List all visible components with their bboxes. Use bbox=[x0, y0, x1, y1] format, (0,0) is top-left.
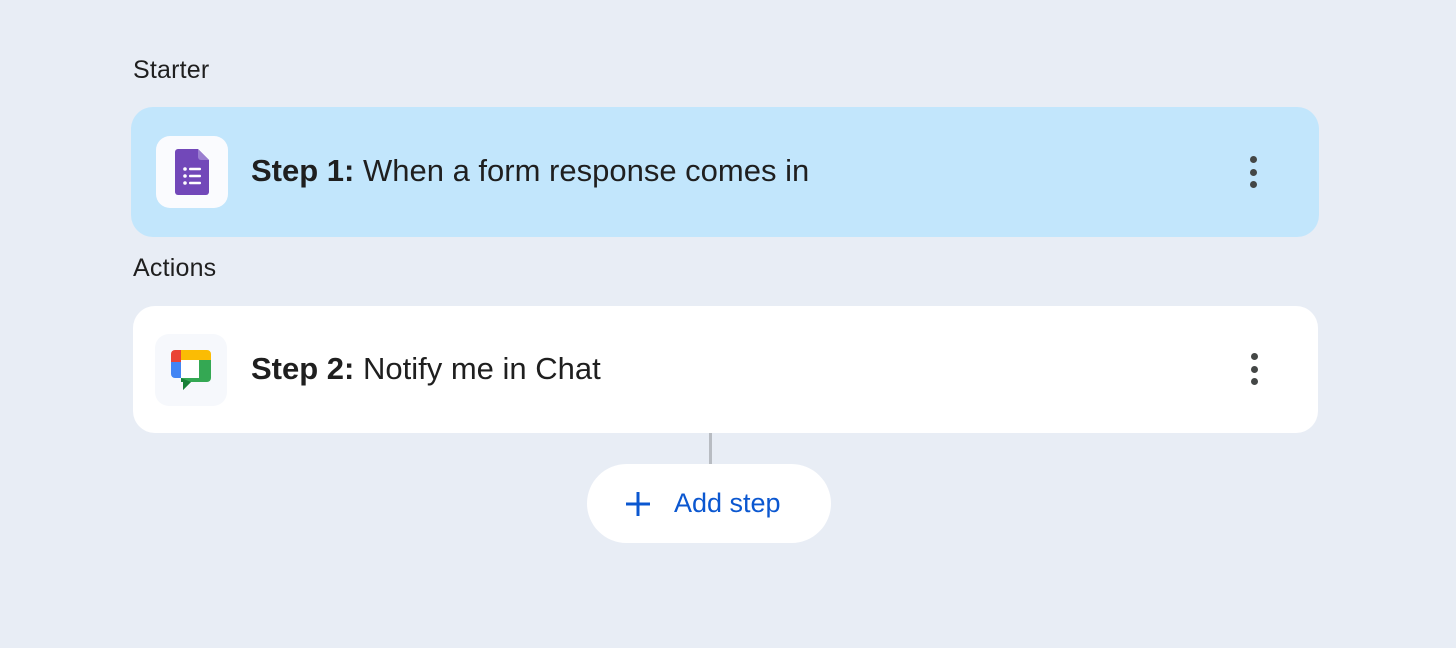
plus-icon bbox=[626, 492, 650, 516]
google-forms-icon bbox=[175, 149, 209, 195]
more-options-icon[interactable] bbox=[1239, 349, 1269, 389]
step-number: Step 2: bbox=[251, 351, 355, 386]
step-title: Step 2: Notify me in Chat bbox=[251, 351, 601, 387]
step-number: Step 1: bbox=[251, 153, 355, 188]
actions-section-label: Actions bbox=[133, 254, 217, 282]
step-icon-tile bbox=[156, 136, 228, 208]
step-icon-tile bbox=[155, 334, 227, 406]
more-options-icon[interactable] bbox=[1238, 152, 1268, 192]
starter-section-label: Starter bbox=[133, 56, 210, 84]
step-card-action[interactable]: Step 2: Notify me in Chat bbox=[133, 306, 1318, 433]
step-title: Step 1: When a form response comes in bbox=[251, 153, 809, 189]
add-step-label: Add step bbox=[674, 488, 781, 518]
step-connector-line bbox=[709, 433, 712, 465]
step-card-starter[interactable]: Step 1: When a form response comes in bbox=[131, 107, 1319, 237]
step-description: When a form response comes in bbox=[362, 153, 810, 188]
step-description: Notify me in Chat bbox=[362, 351, 601, 386]
add-step-button[interactable]: Add step bbox=[587, 464, 831, 543]
google-chat-icon bbox=[171, 350, 211, 390]
